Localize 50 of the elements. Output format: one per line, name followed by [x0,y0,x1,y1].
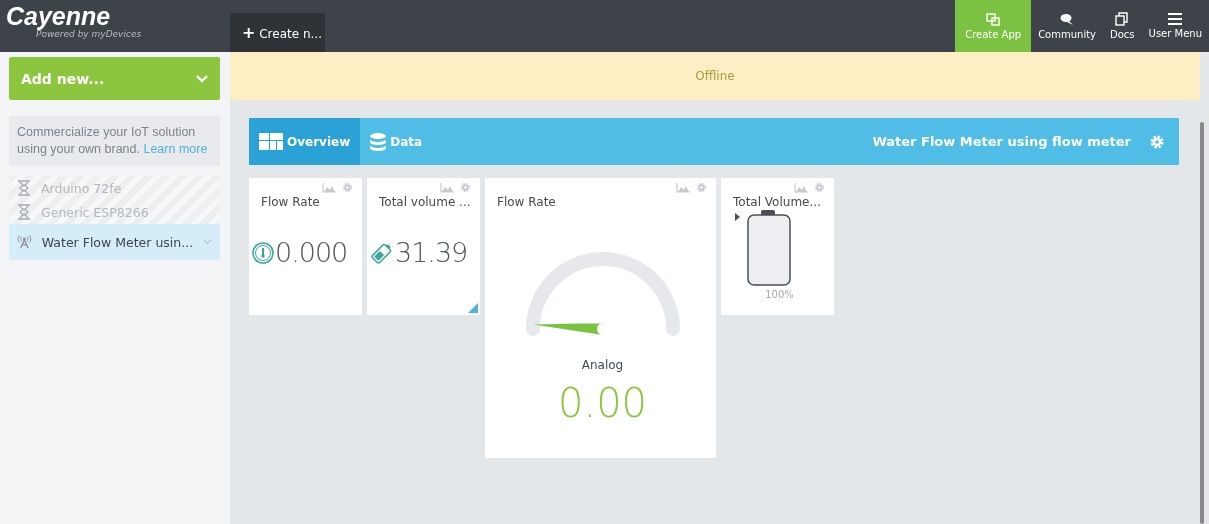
settings-icon[interactable] [342,182,353,193]
chart-icon[interactable] [322,182,336,193]
nav-button[interactable]: Create App [955,0,1032,52]
widget-title: Flow Rate [497,195,557,209]
logo-tagline: Powered by myDevices [36,29,143,40]
device-item[interactable]: Water Flow Meter usin... [9,224,220,260]
menu-icon [1168,13,1183,25]
app-icon [986,12,1001,26]
device-item[interactable]: Arduino 72fe [9,176,220,200]
widget-title: Total volume ... [379,195,472,209]
nav-button[interactable]: Community [1031,0,1104,52]
dashboard-icon [259,133,283,150]
widget-title: Total Volume... [733,195,822,209]
gauge-icon [252,241,274,264]
tank-reading: 100% [764,289,795,300]
widget-value: 31.39 [395,237,468,268]
nav-button[interactable]: User Menu [1141,0,1209,52]
widget-value: 0.000 [275,237,348,268]
settings-icon[interactable] [1149,133,1165,150]
gauge-value: 0.00 [556,380,649,426]
add-new-dropdown[interactable]: Add new... [9,57,220,100]
documents-icon [1115,12,1130,26]
chart-icon[interactable] [676,182,690,193]
hourglass-icon [17,180,31,196]
tab[interactable]: Data [360,118,433,165]
tab[interactable]: Overview [249,118,361,165]
create-button[interactable]: + Create n... [230,13,325,52]
learn-more-link[interactable]: Learn more [143,142,208,156]
gauge-label: Analog [580,358,625,372]
resize-handle-icon[interactable] [468,303,478,313]
status-banner: Offline [230,52,1200,100]
settings-icon[interactable] [814,182,825,193]
settings-icon[interactable] [460,182,471,193]
chart-icon[interactable] [440,182,454,193]
chevron-down-icon [196,74,208,83]
chart-icon[interactable] [794,182,808,193]
chat-icon [1060,12,1075,26]
nav-button[interactable]: Docs [1103,0,1142,52]
logo-text: Cayenne [6,3,112,29]
device-item[interactable]: Generic ESP8266 [9,200,220,224]
chevron-down-icon[interactable] [203,238,212,246]
antenna-icon [17,233,32,251]
battery-icon [370,241,394,264]
database-icon [370,132,387,151]
settings-icon[interactable] [696,182,707,193]
device-title: Water Flow Meter using flow meter [872,134,1131,149]
hourglass-icon [17,204,31,220]
widget-title: Flow Rate [261,195,321,209]
promo-text: Commercialize your IoT solution using your own brand. Learn more [17,124,209,158]
scrollbar[interactable] [1200,122,1204,524]
